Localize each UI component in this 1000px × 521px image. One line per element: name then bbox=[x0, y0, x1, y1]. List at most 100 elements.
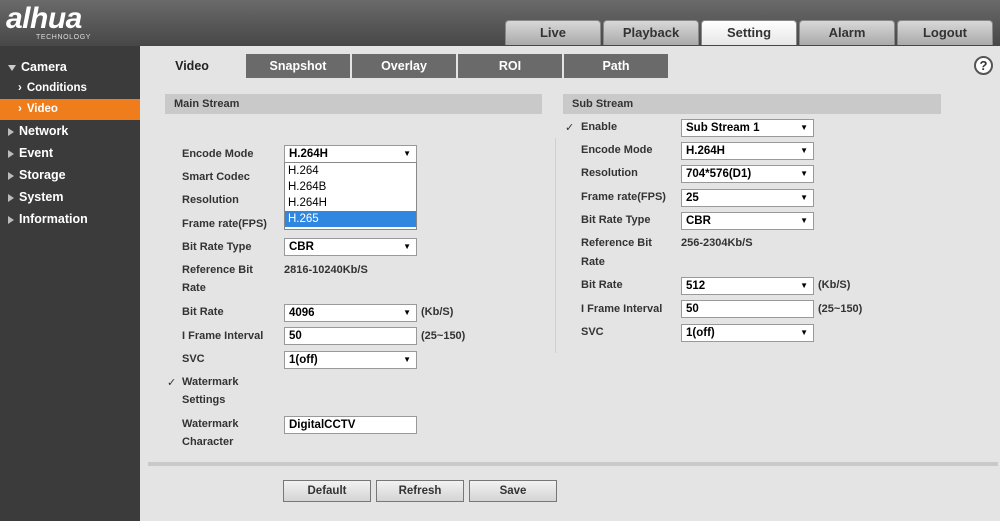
stream-divider bbox=[555, 138, 556, 353]
nav-live[interactable]: Live bbox=[505, 20, 601, 45]
sub-bit-rate-type-select[interactable]: CBR ▼ bbox=[681, 212, 814, 230]
sidebar-item-camera[interactable]: Camera bbox=[0, 56, 140, 78]
bit-rate-type-value: CBR bbox=[289, 241, 314, 253]
collapsed-triangle-icon bbox=[8, 193, 14, 202]
sub-resolution-select[interactable]: 704*576(D1) ▼ bbox=[681, 165, 814, 183]
sub-bit-rate-label: Bit Rate bbox=[581, 279, 623, 291]
sidebar-item-storage[interactable]: Storage bbox=[0, 164, 140, 186]
bit-rate-value: 4096 bbox=[289, 307, 315, 319]
tab-snapshot[interactable]: Snapshot bbox=[246, 54, 350, 78]
sub-iframe-interval-range: (25~150) bbox=[818, 303, 863, 315]
sidebar-item-label: System bbox=[19, 190, 64, 204]
dropdown-option-h264h[interactable]: H.264H bbox=[285, 195, 416, 211]
watermark-settings-label: Watermark bbox=[182, 376, 239, 388]
sub-bit-rate-type-label: Bit Rate Type bbox=[581, 214, 651, 226]
sidebar-item-label: Network bbox=[19, 124, 69, 138]
dropdown-option-h264b[interactable]: H.264B bbox=[285, 179, 416, 195]
sidebar-item-system[interactable]: System bbox=[0, 186, 140, 208]
sub-svc-label: SVC bbox=[581, 326, 604, 338]
collapsed-triangle-icon bbox=[8, 149, 14, 158]
reference-bit-rate-label: Reference Bit bbox=[182, 264, 253, 276]
sidebar-item-event[interactable]: Event bbox=[0, 142, 140, 164]
bit-rate-type-select[interactable]: CBR ▼ bbox=[284, 238, 417, 256]
sub-stream-header: Sub Stream bbox=[563, 94, 941, 114]
sub-frame-rate-select[interactable]: 25 ▼ bbox=[681, 189, 814, 207]
sidebar-item-label: Camera bbox=[21, 60, 67, 74]
dropdown-option-h264[interactable]: H.264 bbox=[285, 163, 416, 179]
sub-iframe-interval-input[interactable]: 50 bbox=[681, 300, 814, 318]
bit-rate-select[interactable]: 4096 ▼ bbox=[284, 304, 417, 322]
dropdown-option-h265[interactable]: H.265 bbox=[285, 211, 416, 227]
chevron-right-icon: › bbox=[18, 82, 22, 94]
nav-setting[interactable]: Setting bbox=[701, 20, 797, 45]
frame-rate-label: Frame rate(FPS) bbox=[182, 218, 267, 230]
tab-roi[interactable]: ROI bbox=[458, 54, 562, 78]
refresh-button[interactable]: Refresh bbox=[376, 480, 464, 502]
watermark-checkbox-icon[interactable]: ✓ bbox=[167, 376, 176, 389]
chevron-down-icon: ▼ bbox=[800, 281, 808, 290]
watermark-character-input[interactable]: DigitalCCTV bbox=[284, 416, 417, 434]
svc-label: SVC bbox=[182, 353, 205, 365]
sidebar-item-label: Storage bbox=[19, 168, 66, 182]
chevron-down-icon: ▼ bbox=[800, 146, 808, 155]
chevron-down-icon: ▼ bbox=[800, 169, 808, 178]
top-header: alhua TECHNOLOGY Live Playback Setting A… bbox=[0, 0, 1000, 46]
nav-playback[interactable]: Playback bbox=[603, 20, 699, 45]
tab-overlay[interactable]: Overlay bbox=[352, 54, 456, 78]
resolution-label: Resolution bbox=[182, 194, 239, 206]
smart-codec-label: Smart Codec bbox=[182, 171, 250, 183]
chevron-down-icon: ▼ bbox=[800, 123, 808, 132]
help-icon[interactable]: ? bbox=[974, 56, 993, 75]
top-navigation: Live Playback Setting Alarm Logout bbox=[505, 20, 993, 45]
main-stream-header: Main Stream bbox=[165, 94, 542, 114]
sidebar-item-information[interactable]: Information bbox=[0, 208, 140, 230]
encode-mode-label: Encode Mode bbox=[182, 148, 254, 160]
sidebar-item-label: Information bbox=[19, 212, 88, 226]
reference-bit-rate-value: 2816-10240Kb/S bbox=[284, 264, 368, 276]
sub-bit-rate-value: 512 bbox=[686, 280, 706, 292]
sub-iframe-interval-label: I Frame Interval bbox=[581, 303, 663, 315]
sub-bit-rate-type-value: CBR bbox=[686, 215, 711, 227]
nav-logout[interactable]: Logout bbox=[897, 20, 993, 45]
svc-select[interactable]: 1(off) ▼ bbox=[284, 351, 417, 369]
bit-rate-label: Bit Rate bbox=[182, 306, 224, 318]
sub-stream-select[interactable]: Sub Stream 1 ▼ bbox=[681, 119, 814, 137]
sub-reference-bit-rate-value: 256-2304Kb/S bbox=[681, 237, 753, 249]
sub-bit-rate-unit: (Kb/S) bbox=[818, 279, 851, 291]
iframe-interval-label: I Frame Interval bbox=[182, 330, 264, 342]
sub-encode-mode-select[interactable]: H.264H ▼ bbox=[681, 142, 814, 160]
iframe-interval-input[interactable]: 50 bbox=[284, 327, 417, 345]
tab-video[interactable]: Video bbox=[140, 54, 244, 78]
sub-svc-select[interactable]: 1(off) ▼ bbox=[681, 324, 814, 342]
sub-stream-value: Sub Stream 1 bbox=[686, 122, 760, 134]
enable-checkbox-icon[interactable]: ✓ bbox=[565, 121, 574, 134]
sub-frame-rate-label: Frame rate(FPS) bbox=[581, 191, 666, 203]
sub-reference-bit-rate-label: Reference Bit bbox=[581, 237, 652, 249]
tab-path[interactable]: Path bbox=[564, 54, 668, 78]
sidebar-item-video[interactable]: › Video bbox=[0, 99, 140, 120]
chevron-down-icon: ▼ bbox=[800, 328, 808, 337]
sub-encode-mode-label: Encode Mode bbox=[581, 144, 653, 156]
sub-resolution-value: 704*576(D1) bbox=[686, 168, 752, 180]
sub-resolution-label: Resolution bbox=[581, 167, 638, 179]
sidebar: Camera › Conditions › Video Network Event … bbox=[0, 46, 140, 521]
watermark-character-label-2: Character bbox=[182, 436, 234, 448]
sub-bit-rate-select[interactable]: 512 ▼ bbox=[681, 277, 814, 295]
sub-encode-mode-value: H.264H bbox=[686, 145, 725, 157]
bit-rate-type-label: Bit Rate Type bbox=[182, 241, 252, 253]
svc-value: 1(off) bbox=[289, 354, 318, 366]
sidebar-item-conditions[interactable]: › Conditions bbox=[0, 78, 140, 99]
save-button[interactable]: Save bbox=[469, 480, 557, 502]
nav-alarm[interactable]: Alarm bbox=[799, 20, 895, 45]
sub-reference-bit-rate-label-2: Rate bbox=[581, 256, 605, 268]
expanded-triangle-icon bbox=[8, 64, 16, 71]
collapsed-triangle-icon bbox=[8, 127, 14, 136]
main-content: Video Snapshot Overlay ROI Path ? Main S… bbox=[140, 46, 1000, 521]
encode-mode-select[interactable]: H.264H ▼ bbox=[284, 145, 417, 163]
sidebar-item-network[interactable]: Network bbox=[0, 120, 140, 142]
chevron-down-icon: ▼ bbox=[403, 242, 411, 251]
default-button[interactable]: Default bbox=[283, 480, 371, 502]
chevron-down-icon: ▼ bbox=[800, 193, 808, 202]
iframe-interval-range: (25~150) bbox=[421, 330, 466, 342]
sub-frame-rate-value: 25 bbox=[686, 192, 699, 204]
